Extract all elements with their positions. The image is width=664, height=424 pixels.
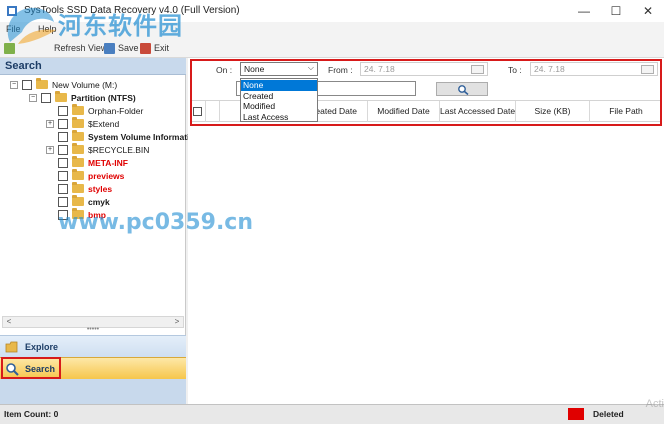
expand-icon[interactable]: + [46, 145, 54, 154]
tree-item[interactable]: Orphan-Folder [46, 104, 143, 117]
title-bar: SysTools SSD Data Recovery v4.0 (Full Ve… [0, 0, 664, 22]
tree-item-label: System Volume Informati [88, 131, 190, 142]
tree-root[interactable]: − New Volume (M:) [10, 78, 117, 91]
folder-icon [72, 117, 84, 128]
tree-item[interactable]: bmp [46, 208, 106, 221]
tree-root-checkbox[interactable] [22, 79, 32, 90]
folder-icon [72, 182, 84, 193]
tree-item-label: styles [88, 183, 113, 194]
pane-splitter[interactable]: ••••• [0, 326, 186, 334]
minimize-button[interactable]: — [568, 0, 600, 22]
scroll-right-icon[interactable]: > [171, 317, 183, 327]
maximize-button[interactable]: ☐ [600, 0, 632, 22]
exit-icon [140, 42, 151, 54]
deleted-legend-swatch [568, 408, 584, 420]
left-pane-title: Search [5, 60, 42, 72]
tree-item[interactable]: previews [46, 169, 124, 182]
folder-icon [72, 156, 84, 167]
status-bar: Item Count: 0 Deleted [0, 404, 664, 424]
save-button[interactable]: Save [104, 41, 139, 55]
exit-button[interactable]: Exit [140, 41, 169, 55]
deleted-legend-label: Deleted [593, 409, 624, 419]
tree-item-checkbox[interactable] [58, 105, 68, 116]
tree-item[interactable]: styles [46, 182, 112, 195]
tree-item-checkbox[interactable] [58, 209, 68, 220]
tree-item-checkbox[interactable] [58, 183, 68, 194]
folder-tree: − New Volume (M:) − Partition (NTFS) Orp… [0, 76, 189, 314]
option-none[interactable]: None [241, 80, 317, 91]
folder-icon [72, 143, 84, 154]
tree-item-label: META-INF [88, 157, 128, 168]
scroll-left-icon[interactable]: < [3, 317, 15, 327]
left-pane: Search − New Volume (M:) − Partition (NT… [0, 58, 189, 404]
tree-item-label: Orphan-Folder [88, 105, 144, 116]
date-type-dropdown: None Created Modified Last Access [240, 78, 318, 122]
folder-icon [72, 169, 84, 180]
folder-icon [72, 104, 84, 115]
tree-item[interactable]: META-INF [46, 156, 128, 169]
tree-item-label: $Extend [88, 118, 120, 129]
folder-icon [72, 130, 84, 141]
tree-item-label: $RECYCLE.BIN [88, 144, 150, 155]
nav-footer [0, 379, 186, 404]
refresh-icon [4, 42, 15, 54]
collapse-icon[interactable]: − [29, 93, 37, 102]
refresh-view-button[interactable]: Refresh View [4, 41, 107, 55]
tree-item[interactable]: System Volume Informati [46, 130, 189, 143]
folder-icon [36, 78, 48, 89]
item-count: Item Count: 0 [4, 409, 59, 419]
tree-item-label: cmyk [88, 196, 110, 207]
app-logo-icon [7, 6, 17, 16]
toolbar: Refresh View Save Exit [0, 38, 664, 58]
tree-item-label: previews [88, 170, 125, 181]
refresh-view-label: Refresh View [54, 43, 108, 53]
results-pane: On : None ⌵ From : 24. 7.18 To : 24. 7.1… [188, 58, 664, 404]
expand-icon[interactable]: + [46, 119, 54, 128]
save-icon [104, 42, 115, 54]
tree-item-checkbox[interactable] [58, 131, 68, 142]
tree-partition-label: Partition (NTFS) [71, 92, 136, 103]
save-label: Save [118, 43, 139, 53]
explore-folder-icon [5, 341, 18, 352]
tree-item-checkbox[interactable] [58, 196, 68, 207]
exit-label: Exit [154, 43, 170, 53]
option-created[interactable]: Created [241, 91, 317, 102]
tree-partition[interactable]: − Partition (NTFS) [29, 91, 136, 104]
folder-icon [72, 208, 84, 219]
tree-item-checkbox[interactable] [58, 157, 68, 168]
tree-root-label: New Volume (M:) [52, 79, 118, 90]
search-filter-panel: On : None ⌵ From : 24. 7.18 To : 24. 7.1… [188, 58, 664, 126]
collapse-icon[interactable]: − [10, 80, 18, 89]
window-title: SysTools SSD Data Recovery v4.0 (Full Ve… [24, 5, 240, 16]
tree-item-checkbox[interactable] [58, 170, 68, 181]
option-modified[interactable]: Modified [241, 101, 317, 112]
tree-item[interactable]: + $RECYCLE.BIN [46, 143, 149, 156]
close-button[interactable]: ✕ [632, 0, 664, 22]
tree-item[interactable]: cmyk [46, 195, 110, 208]
explore-nav-button[interactable]: Explore [0, 335, 186, 357]
app-window: SysTools SSD Data Recovery v4.0 (Full Ve… [0, 0, 664, 424]
menu-help[interactable]: Help [38, 24, 57, 34]
menu-file[interactable]: File [6, 24, 21, 34]
tree-item-checkbox[interactable] [58, 144, 68, 155]
left-pane-header: Search [0, 58, 186, 75]
menu-bar: File Help [0, 22, 664, 38]
search-nav-highlight [1, 357, 61, 379]
folder-icon [72, 195, 84, 206]
tree-item[interactable]: + $Extend [46, 117, 119, 130]
explore-label: Explore [25, 341, 59, 352]
tree-item-checkbox[interactable] [58, 118, 68, 129]
option-last-access[interactable]: Last Access [241, 112, 317, 123]
tree-partition-checkbox[interactable] [41, 92, 51, 103]
tree-item-label: bmp [88, 209, 106, 220]
folder-icon [55, 91, 67, 102]
